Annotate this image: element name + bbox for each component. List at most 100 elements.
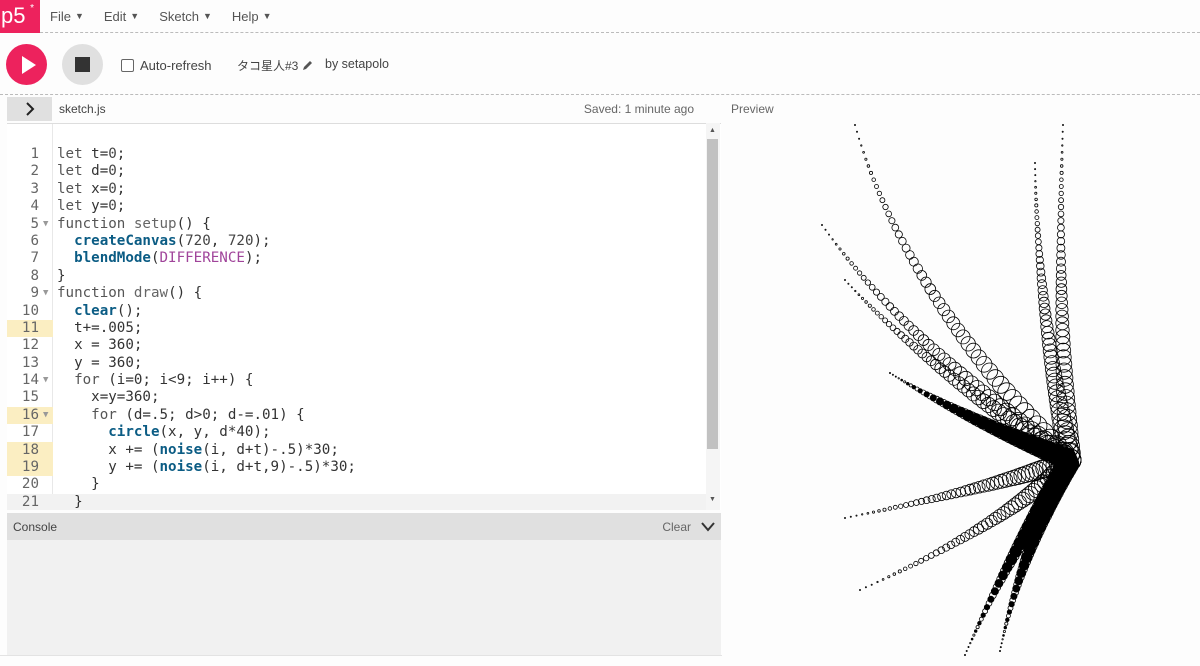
scrollbar-thumb[interactable] — [707, 139, 718, 449]
code-line[interactable]: 11 t+=.005; — [7, 319, 707, 338]
code-line[interactable]: 6 createCanvas(720, 720); — [7, 233, 707, 250]
menu-file[interactable]: File ▼ — [50, 9, 84, 24]
code-text: y += (noise(i, d+t,9)-.5)*30; — [57, 459, 356, 476]
sketch-circle — [1034, 191, 1038, 195]
sketch-title[interactable]: タコ星人#3 — [237, 57, 313, 74]
line-number: 4 — [30, 198, 39, 215]
sidebar-toggle-button[interactable] — [7, 97, 52, 121]
p5-logo[interactable]: p5 * — [0, 0, 40, 33]
menu-help[interactable]: Help ▼ — [232, 9, 272, 24]
code-line[interactable]: 13 y = 360; — [7, 355, 707, 372]
code-line[interactable]: 9 ▼ function draw() { — [7, 285, 707, 302]
scroll-up-icon[interactable]: ▲ — [709, 127, 716, 134]
sketch-circle — [892, 572, 896, 576]
code-token: DIFFERENCE — [159, 250, 245, 267]
fold-arrow-icon[interactable]: ▼ — [43, 407, 48, 424]
sketch-circle — [937, 492, 947, 502]
code-token: } — [57, 493, 83, 510]
play-button[interactable] — [6, 44, 47, 85]
code-line[interactable]: 8} — [7, 268, 707, 285]
sketch-circle — [855, 514, 858, 517]
code-line[interactable]: 18 x += (noise(i, d+t)-.5)*30; — [7, 441, 707, 460]
sketch-circle — [903, 380, 907, 384]
code-lines[interactable]: 1 let t=0; 2 let d=0; 3 let x=0; 4 let y=0; 5 ▼ fu… — [7, 146, 707, 510]
sketch-circle — [1056, 256, 1066, 267]
code-token: ; — [116, 163, 126, 180]
code-line[interactable]: 7 blendMode(DIFFERENCE); — [7, 250, 707, 267]
code-text: } — [57, 476, 100, 493]
editor-scrollbar[interactable]: ▲ ▼ — [706, 123, 720, 510]
sketch-circle — [855, 130, 858, 133]
stop-button[interactable] — [62, 44, 103, 85]
code-editor[interactable]: 1 let t=0; 2 let d=0; 3 let x=0; 4 let y=0; 5 ▼ fu… — [7, 123, 721, 510]
code-line[interactable]: 20 } — [7, 476, 707, 493]
sketch-title-text: タコ星人#3 — [237, 59, 299, 73]
sketch-circle — [1010, 592, 1018, 600]
code-token: 0 — [108, 198, 117, 215]
code-line[interactable]: 16 ▼ for (d=.5; d>0; d-=.01) { — [7, 406, 707, 425]
sketch-circle — [941, 490, 952, 501]
console-clear-button[interactable]: Clear — [662, 520, 691, 534]
code-line[interactable]: 3 let x=0; — [7, 181, 707, 198]
code-line[interactable]: 5 ▼ function setup() { — [7, 216, 707, 233]
sketch-circle — [874, 184, 879, 189]
sketch-circle — [858, 137, 861, 140]
code-line[interactable]: 10 clear(); — [7, 303, 707, 320]
preview-canvas[interactable] — [722, 123, 1200, 666]
sketch-circle — [1061, 123, 1064, 127]
code-token: (i, d+t,9)-.5)*30; — [202, 459, 356, 476]
code-text: for (i=0; i<9; i++) { — [57, 372, 253, 389]
pencil-icon[interactable] — [302, 60, 313, 71]
code-text: let t=0; — [57, 146, 125, 163]
sketch-circle — [1057, 217, 1065, 225]
file-name[interactable]: sketch.js — [59, 102, 106, 116]
fold-arrow-icon[interactable]: ▼ — [43, 372, 48, 389]
sketch-circle — [885, 210, 893, 218]
code-line[interactable]: 4 let y=0; — [7, 198, 707, 215]
caret-down-icon: ▼ — [202, 11, 212, 21]
sketch-circle — [1056, 230, 1065, 239]
line-number: 2 — [30, 163, 39, 180]
code-token: 720 — [185, 232, 211, 249]
code-token: createCanvas — [74, 232, 177, 249]
sketch-circle — [1057, 203, 1065, 211]
checkbox-box[interactable] — [121, 59, 134, 72]
sketch-circle — [975, 356, 993, 373]
sketch-circle — [881, 578, 885, 581]
menu-sketch[interactable]: Sketch ▼ — [159, 9, 212, 24]
auto-refresh-checkbox[interactable]: Auto-refresh — [121, 58, 212, 73]
sketch-circle — [1012, 584, 1021, 593]
code-line[interactable]: 12 x = 360; — [7, 337, 707, 354]
sketch-circle — [824, 228, 827, 231]
chevron-down-icon[interactable] — [701, 521, 715, 532]
fold-arrow-icon[interactable]: ▼ — [43, 285, 48, 302]
code-line[interactable]: 2 let d=0; — [7, 163, 707, 180]
code-line[interactable]: 17 circle(x, y, d*40); — [7, 424, 707, 441]
code-token: y= — [82, 198, 109, 215]
sketch-circle — [1058, 197, 1065, 204]
sketch-circle — [908, 500, 915, 507]
code-line[interactable]: 15 x=y=360; — [7, 389, 707, 406]
sketch-circle — [871, 307, 876, 312]
code-token: x += ( — [57, 441, 160, 458]
code-token: (i=0; i<9; i++) { — [99, 372, 254, 389]
sketch-circle — [1034, 174, 1037, 177]
sketch-circle — [975, 625, 980, 630]
scroll-down-icon[interactable]: ▼ — [709, 496, 716, 503]
sketch-circle — [858, 588, 861, 591]
sketch-circle — [918, 557, 925, 564]
code-token: let — [57, 180, 83, 197]
sketch-circle — [963, 654, 966, 657]
code-line[interactable]: 19 y += (noise(i, d+t,9)-.5)*30; — [7, 459, 707, 477]
code-line[interactable]: 1 let t=0; — [7, 146, 707, 163]
fold-arrow-icon[interactable]: ▼ — [43, 216, 48, 233]
menu-edit[interactable]: Edit ▼ — [104, 9, 139, 24]
code-line[interactable]: 14 ▼ for (i=0; i<9; i++) { — [7, 372, 707, 389]
sketch-author[interactable]: by setapolo — [325, 57, 389, 71]
sketch-circle — [980, 396, 997, 413]
code-text: } — [57, 494, 83, 510]
code-line[interactable]: 21 } — [7, 493, 707, 510]
code-token: let — [57, 163, 83, 180]
